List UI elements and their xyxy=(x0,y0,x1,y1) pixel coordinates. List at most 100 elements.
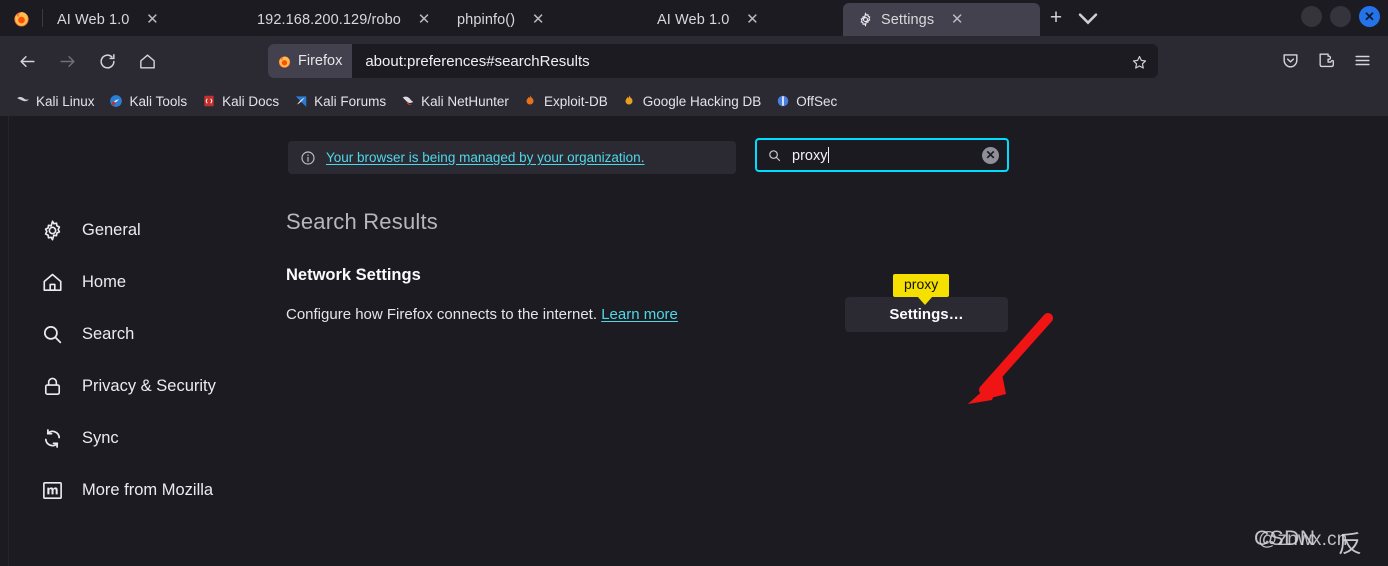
mozilla-m-icon xyxy=(40,478,64,502)
bookmark-exploit-db[interactable]: Exploit-DB xyxy=(516,90,615,112)
watermark-secondary: @znwx.cn xyxy=(1258,529,1348,550)
firefox-logo-icon xyxy=(0,0,42,36)
bookmarks-toolbar: Kali Linux Kali Tools Kali Docs Kali For… xyxy=(0,86,1388,116)
sidebar-item-label: Privacy & Security xyxy=(82,376,216,395)
bookmark-kali-tools[interactable]: Kali Tools xyxy=(102,90,195,112)
close-window-button[interactable]: ✕ xyxy=(1359,6,1380,27)
tab-ai-web-1-second[interactable]: AI Web 1.0 ✕ xyxy=(643,3,843,36)
flame-icon xyxy=(523,94,538,109)
forward-button[interactable] xyxy=(50,44,84,78)
close-icon[interactable]: ✕ xyxy=(411,7,437,33)
tab-strip: AI Web 1.0 ✕ 192.168.200.129/robots.t ✕ … xyxy=(0,0,1388,36)
bookmark-google-hacking-db[interactable]: Google Hacking DB xyxy=(615,90,769,112)
gear-icon xyxy=(40,218,64,242)
sidebar-item-more-from-mozilla[interactable]: More from Mozilla xyxy=(40,464,270,516)
offsec-icon xyxy=(775,94,790,109)
sidebar-item-label: Sync xyxy=(82,428,119,447)
bookmark-label: Google Hacking DB xyxy=(642,93,762,109)
close-icon[interactable]: ✕ xyxy=(739,7,765,33)
section-heading-network-settings: Network Settings xyxy=(286,266,421,284)
tab-ai-web-1[interactable]: AI Web 1.0 ✕ xyxy=(43,3,243,36)
extensions-icon[interactable] xyxy=(1310,44,1342,76)
maximize-button[interactable] xyxy=(1330,6,1351,27)
sidebar-item-search[interactable]: Search xyxy=(40,308,270,360)
lock-icon xyxy=(40,374,64,398)
address-bar[interactable]: Firefox about:preferences#searchResults xyxy=(268,44,1158,78)
tab-robots-txt[interactable]: 192.168.200.129/robots.t ✕ xyxy=(243,3,443,36)
close-icon[interactable]: ✕ xyxy=(944,7,970,33)
window-controls: ✕ xyxy=(1301,6,1380,27)
home-icon[interactable] xyxy=(130,44,164,78)
annotation-callout: proxy xyxy=(893,274,950,305)
description-text: Configure how Firefox connects to the in… xyxy=(286,306,598,323)
identity-chip-label: Firefox xyxy=(298,53,343,69)
url-text: about:preferences#searchResults xyxy=(365,52,590,70)
info-icon xyxy=(300,150,316,166)
tab-phpinfo[interactable]: phpinfo() ✕ xyxy=(443,3,643,36)
bookmark-label: OffSec xyxy=(796,93,838,109)
tab-list: AI Web 1.0 ✕ 192.168.200.129/robots.t ✕ … xyxy=(43,0,1040,36)
sidebar-item-sync[interactable]: Sync xyxy=(40,412,270,464)
sync-icon xyxy=(40,426,64,450)
list-all-tabs-icon[interactable] xyxy=(1072,2,1104,34)
annotation-arrow-icon xyxy=(940,312,1060,427)
sidebar-item-label: More from Mozilla xyxy=(82,480,214,499)
bookmark-offsec[interactable]: OffSec xyxy=(768,90,844,112)
magnifier-icon xyxy=(40,322,64,346)
magnifier-icon xyxy=(767,148,782,163)
sidebar-item-general[interactable]: General xyxy=(40,204,270,256)
preferences-sidebar: General Home Search Privacy & Security S… xyxy=(40,204,270,516)
reload-icon[interactable] xyxy=(90,44,124,78)
sidebar-item-label: Home xyxy=(82,272,127,291)
identity-chip[interactable]: Firefox xyxy=(268,44,353,78)
pocket-icon[interactable] xyxy=(1274,44,1306,76)
preferences-page: Your browser is being managed by your or… xyxy=(0,116,1388,566)
browser-window: AI Web 1.0 ✕ 192.168.200.129/robots.t ✕ … xyxy=(0,0,1388,566)
toolbar-right-actions xyxy=(1274,44,1378,76)
bookmark-label: Kali Docs xyxy=(222,93,280,109)
bookmark-kali-linux[interactable]: Kali Linux xyxy=(8,90,102,112)
sidebar-item-label: General xyxy=(82,220,141,239)
kali-tools-icon xyxy=(109,94,124,109)
flame-icon xyxy=(622,94,637,109)
kali-docs-icon xyxy=(201,94,216,109)
back-button[interactable] xyxy=(10,44,44,78)
sidebar-item-label: Search xyxy=(82,324,135,343)
close-icon[interactable]: ✕ xyxy=(525,7,551,33)
bookmark-label: Exploit-DB xyxy=(543,93,608,109)
new-tab-button[interactable]: + xyxy=(1040,2,1072,34)
tab-settings[interactable]: Settings ✕ xyxy=(843,3,1040,36)
search-input[interactable]: proxy ✕ xyxy=(755,138,1009,172)
content-left-rule xyxy=(8,116,9,566)
annotation-callout-text: proxy xyxy=(904,276,939,292)
tab-title: AI Web 1.0 xyxy=(657,11,730,28)
enterprise-policy-notice: Your browser is being managed by your or… xyxy=(288,141,736,174)
close-icon[interactable]: ✕ xyxy=(139,7,165,33)
bookmark-kali-nethunter[interactable]: Kali NetHunter xyxy=(393,90,516,112)
network-settings-description: Configure how Firefox connects to the in… xyxy=(286,306,678,323)
search-input-value: proxy xyxy=(792,146,982,164)
bookmark-kali-forums[interactable]: Kali Forums xyxy=(286,90,393,112)
kali-dragon-icon xyxy=(15,94,30,109)
bookmark-label: Kali Forums xyxy=(314,93,387,109)
tab-title: AI Web 1.0 xyxy=(57,11,130,28)
hamburger-menu-icon[interactable] xyxy=(1346,44,1378,76)
star-icon[interactable] xyxy=(1128,51,1150,73)
text-caret xyxy=(828,146,830,163)
tab-title: Settings xyxy=(881,11,935,28)
clear-search-icon[interactable]: ✕ xyxy=(982,146,999,164)
tab-title: phpinfo() xyxy=(457,11,516,28)
gear-icon xyxy=(857,12,873,28)
search-text: proxy xyxy=(792,147,828,164)
kali-nethunter-icon xyxy=(400,94,415,109)
minimize-button[interactable] xyxy=(1301,6,1322,27)
enterprise-policy-link[interactable]: Your browser is being managed by your or… xyxy=(326,150,644,165)
sidebar-item-privacy-security[interactable]: Privacy & Security xyxy=(40,360,270,412)
watermark-glyph: 反 xyxy=(1338,531,1362,558)
sidebar-item-home[interactable]: Home xyxy=(40,256,270,308)
bookmark-label: Kali Linux xyxy=(36,93,95,109)
bookmark-kali-docs[interactable]: Kali Docs xyxy=(194,90,286,112)
page-title: Search Results xyxy=(286,209,438,234)
bookmark-label: Kali Tools xyxy=(129,93,188,109)
learn-more-link[interactable]: Learn more xyxy=(601,306,678,323)
